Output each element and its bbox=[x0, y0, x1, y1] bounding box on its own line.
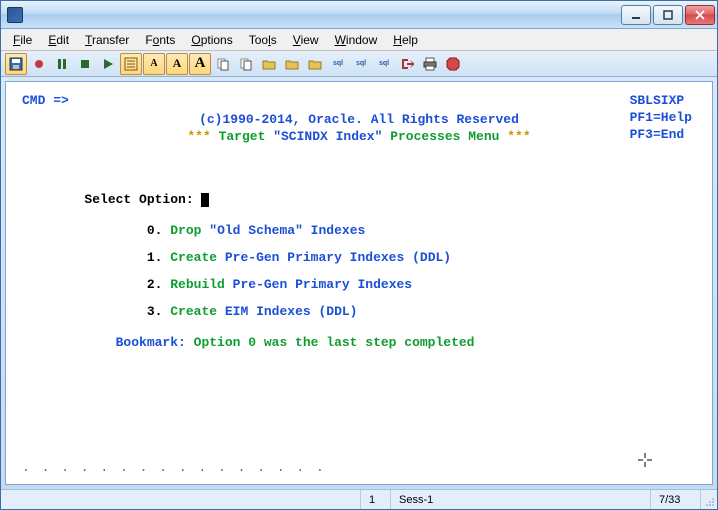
maximize-icon bbox=[663, 10, 673, 20]
minimize-button[interactable] bbox=[621, 5, 651, 25]
target-post: Processes Menu bbox=[382, 129, 507, 144]
terminal-container: CMD => (c)1990-2014, Oracle. All Rights … bbox=[1, 77, 717, 489]
cmd-prompt[interactable]: CMD => bbox=[22, 93, 69, 108]
window-controls bbox=[621, 5, 715, 25]
status-session: Sess-1 bbox=[391, 490, 651, 509]
opt2-desc: Pre-Gen Primary Indexes bbox=[233, 277, 412, 292]
opt0-desc: "Old Schema" Indexes bbox=[209, 223, 365, 238]
play-icon bbox=[101, 57, 115, 71]
settings-button[interactable] bbox=[120, 53, 142, 75]
open2-button[interactable] bbox=[281, 53, 303, 75]
menu-fonts[interactable]: Fonts bbox=[137, 31, 183, 49]
floppy-icon bbox=[9, 57, 23, 71]
stop-icon bbox=[446, 57, 460, 71]
program-id: SBLSIXP bbox=[630, 92, 692, 109]
record-icon bbox=[32, 57, 46, 71]
menubar: File Edit Transfer Fonts Options Tools V… bbox=[1, 29, 717, 51]
bookmark-label: Bookmark: bbox=[116, 335, 194, 350]
opt2-action[interactable]: Rebuild bbox=[170, 277, 232, 292]
opt3-action[interactable]: Create bbox=[170, 304, 225, 319]
menu-transfer[interactable]: Transfer bbox=[77, 31, 137, 49]
grip-icon bbox=[705, 497, 715, 507]
font-medium-button[interactable]: A bbox=[166, 53, 188, 75]
terminal-screen[interactable]: CMD => (c)1990-2014, Oracle. All Rights … bbox=[5, 81, 713, 485]
font-small-button[interactable]: A bbox=[143, 53, 165, 75]
opt3-num: 3. bbox=[147, 304, 163, 319]
menu-options[interactable]: Options bbox=[183, 31, 240, 49]
crosshair-cursor bbox=[638, 453, 652, 472]
sql1-button[interactable]: sql bbox=[327, 53, 349, 75]
copy-icon bbox=[239, 57, 253, 71]
print-icon bbox=[423, 57, 437, 71]
app-icon bbox=[7, 7, 23, 23]
opt1-num: 1. bbox=[147, 250, 163, 265]
pf1-help: PF1=Help bbox=[630, 109, 692, 126]
toolbar: A A A sql sql sql bbox=[1, 51, 717, 77]
stop-icon bbox=[78, 57, 92, 71]
stop2-button[interactable] bbox=[442, 53, 464, 75]
top-right-info: SBLSIXP PF1=Help PF3=End bbox=[630, 92, 692, 143]
menu-tools[interactable]: Tools bbox=[241, 31, 285, 49]
opt2-num: 2. bbox=[147, 277, 163, 292]
opt3-desc: EIM Indexes (DDL) bbox=[225, 304, 358, 319]
pause-icon bbox=[55, 57, 69, 71]
sql2-button[interactable]: sql bbox=[350, 53, 372, 75]
menu-edit[interactable]: Edit bbox=[40, 31, 77, 49]
menu-help[interactable]: Help bbox=[385, 31, 426, 49]
resize-grip[interactable] bbox=[701, 490, 717, 509]
copy2-button[interactable] bbox=[235, 53, 257, 75]
titlebar[interactable] bbox=[1, 1, 717, 29]
text-cursor[interactable] bbox=[201, 193, 209, 207]
print-button[interactable] bbox=[419, 53, 441, 75]
pf3-end: PF3=End bbox=[630, 126, 692, 143]
open1-button[interactable] bbox=[258, 53, 280, 75]
opt1-action[interactable]: Create bbox=[170, 250, 225, 265]
exit-button[interactable] bbox=[396, 53, 418, 75]
opt0-num: 0. bbox=[147, 223, 163, 238]
maximize-button[interactable] bbox=[653, 5, 683, 25]
open3-button[interactable] bbox=[304, 53, 326, 75]
exit-icon bbox=[400, 57, 414, 71]
status-number: 1 bbox=[361, 490, 391, 509]
target-pre: Target bbox=[219, 129, 274, 144]
stars-right: *** bbox=[507, 129, 530, 144]
open-icon bbox=[308, 57, 322, 71]
sql-icon: sql bbox=[333, 60, 343, 67]
pause-button[interactable] bbox=[51, 53, 73, 75]
menu-file[interactable]: File bbox=[5, 31, 40, 49]
menu-view[interactable]: View bbox=[285, 31, 327, 49]
copy-icon bbox=[216, 57, 230, 71]
opt1-desc: Pre-Gen Primary Indexes (DDL) bbox=[225, 250, 451, 265]
close-icon bbox=[695, 10, 705, 20]
play-button[interactable] bbox=[97, 53, 119, 75]
select-option-label: Select Option: bbox=[84, 192, 201, 207]
app-window: File Edit Transfer Fonts Options Tools V… bbox=[0, 0, 718, 510]
sql-icon: sql bbox=[379, 60, 389, 67]
sql3-button[interactable]: sql bbox=[373, 53, 395, 75]
open-icon bbox=[262, 57, 276, 71]
close-button[interactable] bbox=[685, 5, 715, 25]
floppy-button[interactable] bbox=[5, 53, 27, 75]
copyright-line: (c)1990-2014, Oracle. All Rights Reserve… bbox=[199, 112, 519, 127]
bookmark-text: Option 0 was the last step completed bbox=[194, 335, 475, 350]
status-position: 7/33 bbox=[651, 490, 701, 509]
settings-icon bbox=[124, 57, 138, 71]
copy1-button[interactable] bbox=[212, 53, 234, 75]
font-large-button[interactable]: A bbox=[189, 53, 211, 75]
stop-button[interactable] bbox=[74, 53, 96, 75]
menu-window[interactable]: Window bbox=[327, 31, 386, 49]
sql-icon: sql bbox=[356, 60, 366, 67]
minimize-icon bbox=[631, 10, 641, 20]
record-button[interactable] bbox=[28, 53, 50, 75]
statusbar: 1 Sess-1 7/33 bbox=[1, 489, 717, 509]
status-spacer-left bbox=[1, 490, 361, 509]
stars-left: *** bbox=[187, 129, 210, 144]
target-quoted: "SCINDX Index" bbox=[273, 129, 382, 144]
opt0-action[interactable]: Drop bbox=[170, 223, 209, 238]
ruler-dots: . . . . . . . . . . . . . . . . bbox=[22, 459, 696, 476]
open-icon bbox=[285, 57, 299, 71]
